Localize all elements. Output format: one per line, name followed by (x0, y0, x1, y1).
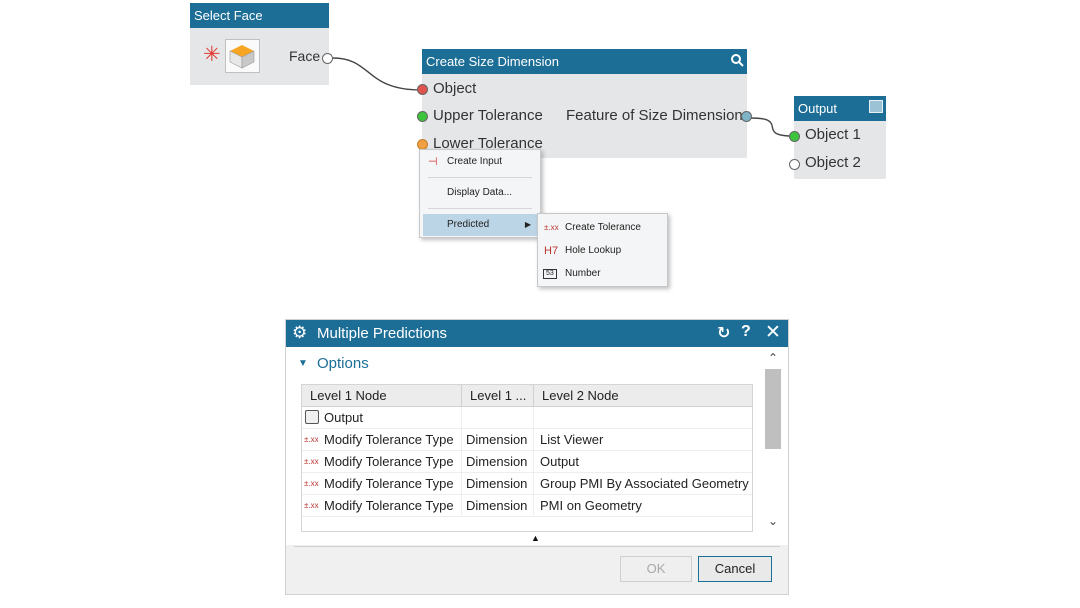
face-select-button[interactable] (225, 39, 260, 73)
face-output-port[interactable] (322, 53, 333, 64)
submenu-item-create-tolerance[interactable]: ±.xx Create Tolerance (538, 217, 667, 239)
cell-level1-type: Dimension (466, 495, 534, 517)
create-size-dimension-title: Create Size Dimension (422, 49, 747, 74)
cell-level1-node: Modify Tolerance Type (324, 429, 462, 451)
object-port-label: Object (433, 80, 477, 97)
cell-level2-node: Output (540, 454, 580, 469)
cube-face-icon (229, 45, 255, 69)
dialog-footer-divider (294, 546, 780, 547)
output-view-icon[interactable] (869, 100, 883, 113)
dialog-title: Multiple Predictions (317, 325, 448, 342)
object-1-port-label: Object 1 (805, 126, 861, 143)
cell-level2-node (534, 407, 752, 429)
gear-icon: ⚙ (292, 323, 308, 342)
wire-face-to-object (332, 57, 422, 91)
context-menu[interactable]: ⊣ Create Input Display Data... Predicted… (419, 149, 541, 238)
menu-separator (428, 208, 532, 209)
cell-level1-type: Dimension (466, 451, 534, 473)
cell-level2-node: Group PMI By Associated Geometry (540, 476, 749, 491)
table-row[interactable]: Output (302, 407, 752, 429)
help-icon[interactable]: ? (741, 323, 751, 341)
cell-level1-node: Modify Tolerance Type (324, 473, 462, 495)
table-row[interactable]: ±.xx Modify Tolerance Type Dimension Lis… (302, 429, 752, 451)
scrollbar-thumb[interactable] (765, 369, 781, 449)
search-icon[interactable] (730, 53, 744, 67)
predictions-table[interactable]: Level 1 Node Level 1 ... Level 2 Node Ou… (301, 384, 753, 532)
submenu-arrow-icon: ▶ (524, 220, 531, 229)
column-header-level2-node[interactable]: Level 2 Node (534, 385, 752, 407)
menu-item-label: Predicted (447, 219, 490, 230)
column-header-level1-type[interactable]: Level 1 ... (462, 385, 534, 407)
submenu-item-label: Hole Lookup (565, 245, 622, 256)
create-input-icon: ⊣ (428, 156, 438, 168)
output-node[interactable]: Output Object 1 Object 2 (789, 96, 886, 179)
close-icon[interactable]: ✕ (765, 321, 781, 344)
table-row[interactable]: ±.xx Modify Tolerance Type Dimension PMI… (302, 495, 752, 517)
submenu-item-label: Number (565, 268, 601, 279)
reset-icon[interactable]: ↻ (717, 323, 730, 343)
cell-level1-type (462, 407, 534, 429)
tolerance-icon: ±.xx (544, 223, 559, 232)
cell-level2-node: PMI on Geometry (540, 498, 642, 513)
cell-level1-node: Output (324, 407, 462, 429)
submenu-item-label: Create Tolerance (565, 222, 641, 233)
cell-level1-node: Modify Tolerance Type (324, 495, 462, 517)
table-row[interactable]: ±.xx Modify Tolerance Type Dimension Out… (302, 451, 752, 473)
hole-lookup-icon: H7 (544, 245, 559, 257)
cell-level1-type: Dimension (466, 473, 534, 495)
submenu-item-hole-lookup[interactable]: H7 Hole Lookup (538, 240, 667, 262)
cell-level1-node: Modify Tolerance Type (324, 451, 462, 473)
collapse-triangle-icon: ▼ (298, 358, 308, 369)
expand-panel-arrow-icon[interactable]: ▲ (531, 533, 540, 543)
table-header: Level 1 Node Level 1 ... Level 2 Node (302, 385, 752, 407)
column-header-level1-node[interactable]: Level 1 Node (302, 385, 462, 407)
menu-item-create-input[interactable]: ⊣ Create Input (420, 151, 540, 173)
tolerance-icon: ±.xx (304, 501, 319, 510)
required-asterisk-icon: ✳ (203, 43, 221, 66)
cell-level1-type: Dimension (466, 429, 534, 451)
create-size-dimension-node[interactable]: Create Size Dimension Object Upper Toler… (417, 49, 752, 158)
feature-of-size-port-label: Feature of Size Dimension (566, 107, 743, 124)
feature-of-size-output-port[interactable] (741, 111, 752, 122)
upper-tolerance-port-label: Upper Tolerance (433, 107, 543, 124)
number-icon: 53 (543, 269, 557, 279)
vertical-scrollbar[interactable]: ⌃ ⌄ (764, 351, 782, 531)
object-1-input-port[interactable] (789, 131, 800, 142)
menu-item-display-data[interactable]: Display Data... (420, 182, 540, 204)
menu-item-label: Display Data... (447, 187, 513, 198)
wire-feature-to-object1 (750, 117, 794, 137)
select-face-title: Select Face (190, 3, 329, 28)
table-row[interactable]: ±.xx Modify Tolerance Type Dimension Gro… (302, 473, 752, 495)
tolerance-icon: ±.xx (304, 435, 319, 444)
cell-level2-node: List Viewer (540, 432, 604, 447)
upper-tolerance-input-port[interactable] (417, 111, 428, 122)
object-2-input-port[interactable] (789, 159, 800, 170)
tolerance-icon: ±.xx (304, 457, 319, 466)
predicted-submenu[interactable]: ±.xx Create Tolerance H7 Hole Lookup 53 … (537, 213, 668, 287)
face-port-label: Face (289, 48, 321, 64)
submenu-item-number[interactable]: 53 Number (538, 263, 667, 285)
options-label: Options (317, 355, 369, 372)
dialog-title-bar: ⚙ Multiple Predictions ↻ ? ✕ (286, 320, 788, 347)
object-2-port-label: Object 2 (805, 154, 861, 171)
tolerance-icon: ±.xx (304, 479, 319, 488)
output-node-icon (305, 410, 319, 424)
select-face-node[interactable]: Select Face ✳ Face (190, 3, 333, 85)
object-input-port[interactable] (417, 84, 428, 95)
menu-item-label: Create Input (447, 156, 503, 167)
menu-item-predicted[interactable]: Predicted ▶ (423, 214, 537, 236)
scroll-down-icon[interactable]: ⌄ (768, 514, 778, 528)
ok-button[interactable]: OK (620, 556, 692, 582)
cancel-button[interactable]: Cancel (698, 556, 772, 582)
menu-separator (428, 177, 532, 178)
scroll-up-icon[interactable]: ⌃ (768, 351, 778, 365)
